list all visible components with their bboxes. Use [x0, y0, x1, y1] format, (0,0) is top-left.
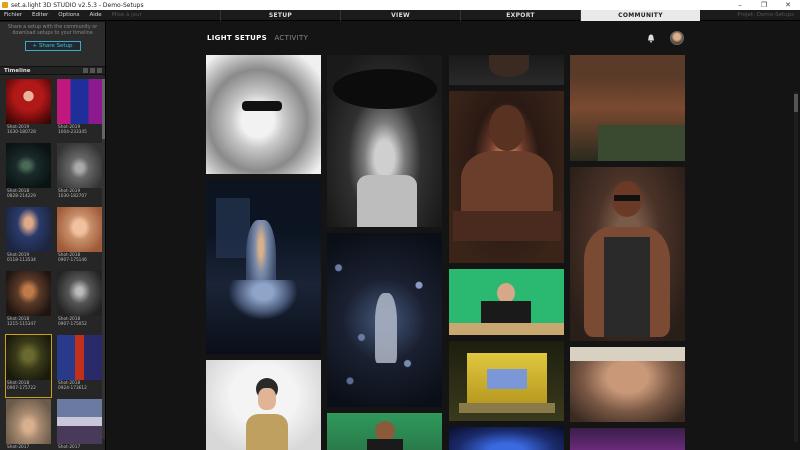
thumb-image	[6, 271, 51, 316]
timeline-thumb[interactable]: Shot-2018 0828-214229	[6, 143, 51, 205]
thumb-caption: 0907-175052	[58, 322, 87, 327]
thumb-caption: 0924-173612	[58, 386, 87, 391]
thumb-image	[6, 79, 51, 124]
thumb-image	[6, 399, 51, 444]
timeline-thumb[interactable]: Shot-2017	[6, 399, 51, 450]
setup-card[interactable]	[449, 91, 564, 263]
window-title: set.a.light 3D STUDIO v2.5.3 - Demo-Setu…	[11, 1, 144, 9]
project-label: Projet: Demo-Setups	[737, 12, 794, 18]
thumb-caption: 1004-233345	[58, 130, 87, 135]
thumb-caption: 1030-180728	[7, 130, 36, 135]
share-setup-button[interactable]: + Share Setup	[24, 41, 81, 51]
thumb-image	[57, 271, 102, 316]
setup-card[interactable]	[570, 347, 685, 422]
main-tabs: SETUP VIEW EXPORT COMMUNITY	[220, 10, 700, 21]
community-subnav: LIGHT SETUPS ACTIVITY	[207, 34, 308, 42]
nav-light-setups[interactable]: LIGHT SETUPS	[207, 34, 267, 42]
share-info-text: Share a setup with the community or down…	[7, 25, 98, 36]
tab-view[interactable]: VIEW	[340, 10, 460, 21]
close-button[interactable]: ✕	[776, 0, 800, 10]
timeline-thumb[interactable]: Shot-2018 0907-175052	[57, 271, 102, 333]
bell-icon[interactable]	[647, 34, 655, 43]
timeline-control-icon[interactable]	[90, 68, 95, 73]
tab-setup[interactable]: SETUP	[220, 10, 340, 21]
thumb-image	[6, 335, 51, 380]
thumb-caption: 0118-113534	[7, 258, 36, 263]
thumb-image	[57, 143, 102, 188]
timeline-thumb[interactable]: Shot-2018 0924-173612	[57, 335, 102, 397]
nav-activity[interactable]: ACTIVITY	[274, 34, 308, 42]
menu-file[interactable]: Fichier	[4, 12, 22, 18]
thumb-image	[6, 207, 51, 252]
thumb-image	[57, 207, 102, 252]
setup-card[interactable]	[570, 428, 685, 450]
content-scrollbar[interactable]	[794, 92, 798, 442]
app-window: set.a.light 3D STUDIO v2.5.3 - Demo-Setu…	[0, 0, 800, 450]
thumb-caption: 1030-182707	[58, 194, 87, 199]
setup-card[interactable]	[327, 55, 442, 227]
sidebar: Share a setup with the community or down…	[0, 22, 106, 450]
timeline-thumb[interactable]: Shot-2017	[57, 399, 102, 450]
thumb-image	[57, 79, 102, 124]
menu-options[interactable]: Options	[58, 12, 79, 18]
setup-card[interactable]	[327, 413, 442, 450]
thumb-caption: 1215-115347	[7, 322, 36, 327]
minimize-button[interactable]: –	[728, 0, 752, 10]
menu-edit[interactable]: Editer	[32, 12, 48, 18]
setup-card[interactable]	[570, 55, 685, 161]
timeline-thumb[interactable]: Shot-2019 0118-113534	[6, 207, 51, 269]
timeline-header: Timeline	[0, 66, 105, 75]
thumb-image	[57, 335, 102, 380]
thumb-caption: 0907-175722	[7, 386, 36, 391]
menu: Fichier Editer Options Aide Mise à jour	[0, 10, 152, 21]
timeline-thumb-selected[interactable]: Shot-2018 0907-175722	[5, 334, 52, 398]
share-panel: Share a setup with the community or down…	[0, 22, 105, 66]
timeline-control-icon[interactable]	[83, 68, 88, 73]
timeline-thumb[interactable]: Shot-2019 1004-233345	[57, 79, 102, 141]
menu-bar: Fichier Editer Options Aide Mise à jour …	[0, 10, 800, 21]
menu-update-disabled: Mise à jour	[111, 12, 142, 18]
timeline-title: Timeline	[4, 67, 31, 74]
thumb-image	[57, 399, 102, 444]
title-bar: set.a.light 3D STUDIO v2.5.3 - Demo-Setu…	[0, 0, 800, 10]
thumb-caption: 0828-214229	[7, 194, 36, 199]
setup-card[interactable]	[449, 269, 564, 335]
sidebar-scrollbar[interactable]	[102, 79, 105, 439]
window-controls: – ❐ ✕	[728, 0, 800, 10]
timeline-control-icon[interactable]	[97, 68, 102, 73]
setup-card[interactable]	[206, 180, 321, 354]
setup-card[interactable]	[206, 55, 321, 174]
timeline-thumb[interactable]: Shot-2019 1030-182707	[57, 143, 102, 205]
setup-card[interactable]	[449, 427, 564, 450]
setup-card[interactable]	[570, 167, 685, 341]
setup-card[interactable]	[327, 233, 442, 407]
thumb-image	[6, 143, 51, 188]
setup-card[interactable]	[206, 360, 321, 450]
user-avatar[interactable]	[670, 31, 684, 45]
tab-community[interactable]: COMMUNITY	[580, 10, 700, 21]
setup-card[interactable]	[449, 341, 564, 421]
menu-help[interactable]: Aide	[90, 12, 102, 18]
thumb-caption: Shot-2017	[7, 445, 30, 450]
thumb-caption: 0907-175146	[58, 258, 87, 263]
community-content: LIGHT SETUPS ACTIVITY	[107, 22, 800, 450]
timeline-controls	[81, 68, 102, 73]
timeline-thumb[interactable]: Shot-2018 0907-175146	[57, 207, 102, 269]
setup-card[interactable]	[449, 55, 564, 85]
maximize-button[interactable]: ❐	[752, 0, 776, 10]
thumb-caption: Shot-2017	[58, 445, 81, 450]
timeline-thumb[interactable]: Shot-2018 1215-115347	[6, 271, 51, 333]
tab-export[interactable]: EXPORT	[460, 10, 580, 21]
app-icon	[2, 2, 8, 8]
timeline-thumb[interactable]: Shot-2019 1030-180728	[6, 79, 51, 141]
